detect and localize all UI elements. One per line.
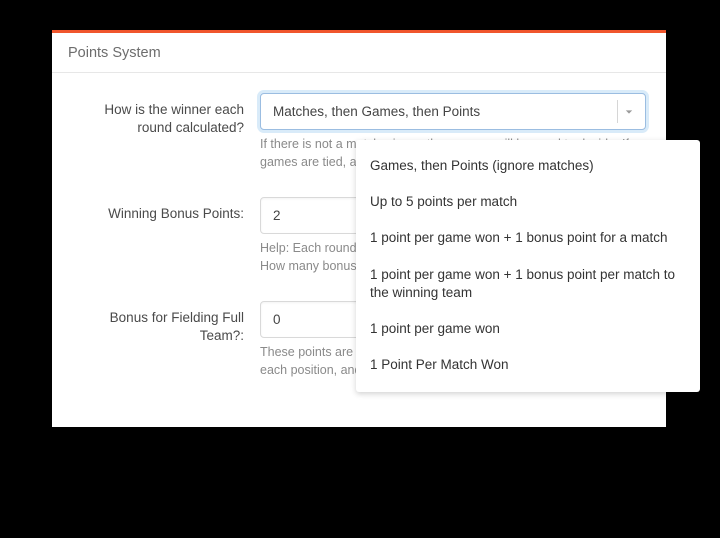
fullteam-label: Bonus for Fielding Full Team?: (72, 301, 260, 379)
chevron-down-icon (617, 100, 639, 123)
winner-option[interactable]: Up to 5 points per match (356, 184, 700, 220)
bonus-label: Winning Bonus Points: (72, 197, 260, 297)
winner-select[interactable]: Matches, then Games, then Points (260, 93, 646, 130)
winner-option[interactable]: 1 point per game won + 1 bonus point for… (356, 220, 700, 256)
winner-dropdown: Games, then Points (ignore matches) Up t… (356, 140, 700, 392)
panel-title: Points System (52, 33, 666, 73)
winner-select-value: Matches, then Games, then Points (273, 104, 480, 119)
winner-option[interactable]: Games, then Points (ignore matches) (356, 148, 700, 184)
winner-label: How is the winner each round calculated? (72, 93, 260, 193)
winner-option[interactable]: 1 Point Per Match Won (356, 347, 700, 383)
winner-option[interactable]: 1 point per game won + 1 bonus point per… (356, 257, 700, 311)
winner-option[interactable]: 1 point per game won (356, 311, 700, 347)
